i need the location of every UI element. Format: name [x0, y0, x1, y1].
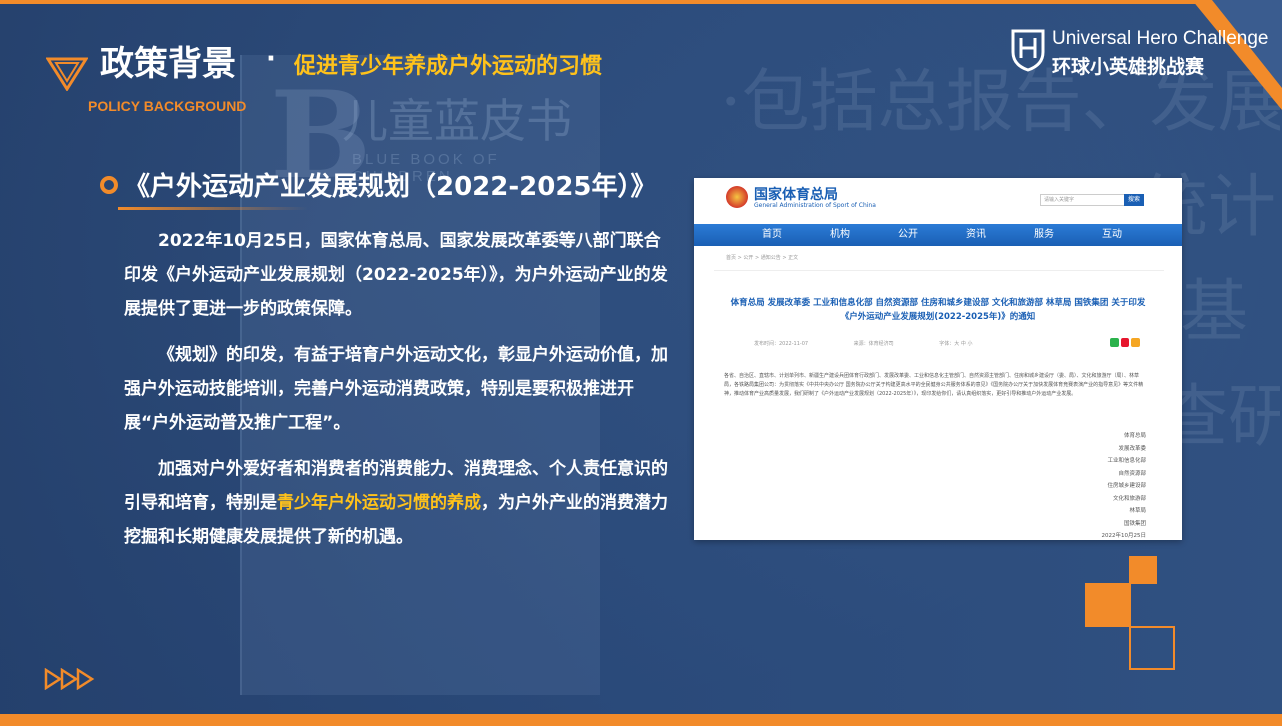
ws-signature: 国铁集团	[1123, 520, 1146, 527]
ws-signature: 工业和信息化部	[1107, 458, 1146, 464]
ws-signature: 自然资源部	[1118, 470, 1146, 477]
brand-logo: Universal Hero Challenge 环球小英雄挑战赛	[1010, 26, 1269, 78]
ws-article-body: 各省、自治区、直辖市、计划单列市、新疆生产建设兵团体育行政部门、发展改革委、工业…	[724, 373, 1144, 397]
ws-share-icons	[1110, 338, 1141, 348]
ws-search-button: 搜索	[1124, 194, 1144, 206]
ws-site-name-en: General Administration of Sport of China	[754, 202, 876, 209]
ws-article-title: 体育总局 发展改革委 工业和信息化部 自然资源部 住房和城乡建设部 文化和旅游部…	[730, 298, 1146, 322]
ws-nav-item: 服务	[1034, 229, 1054, 240]
ws-signature: 体育总局	[1123, 433, 1146, 439]
ws-meta-date: 发布时间：2022-11-07	[754, 341, 809, 347]
weibo-icon	[1120, 338, 1130, 347]
ws-search-input: 请输入关键字	[1040, 194, 1126, 206]
ws-signature-date: 2022年10月25日	[1101, 533, 1147, 539]
brand-name-en: Universal Hero Challenge	[1052, 28, 1269, 49]
website-screenshot: 国家体育总局 General Administration of Sport o…	[694, 178, 1182, 540]
ws-signatures: 体育总局 发展改革委 工业和信息化部 自然资源部 住房城乡建设部 文化和旅游部 …	[1102, 430, 1147, 540]
paragraph-3-highlight: 青少年户外运动习惯的养成	[277, 493, 481, 513]
ws-nav-item: 资讯	[966, 229, 986, 240]
ws-divider	[714, 270, 1164, 271]
national-emblem-icon	[726, 186, 748, 208]
ws-signature: 发展改革委	[1118, 445, 1146, 452]
paragraph-2: 《规划》的印发，有益于培育户外运动文化，彰显户外运动价值，加强户外运动技能培训，…	[124, 345, 668, 433]
ws-nav-bar: 首页 机构 公开 资讯 服务 互动	[694, 224, 1182, 246]
top-accent-stripe	[0, 0, 1282, 4]
decor-square-small	[1129, 556, 1157, 584]
decor-square-outline	[1129, 626, 1175, 670]
triple-arrow-icon	[44, 668, 95, 690]
share-icon	[1131, 338, 1141, 347]
ws-nav-item: 公开	[898, 229, 918, 240]
paragraph-1: 2022年10月25日，国家体育总局、国家发展改革委等八部门联合印发《户外运动产…	[124, 231, 668, 319]
brand-name-cn: 环球小英雄挑战赛	[1052, 56, 1205, 78]
ws-nav-item: 互动	[1102, 229, 1122, 240]
title-separator: ·	[266, 44, 276, 74]
wechat-icon	[1110, 338, 1119, 347]
page-title-en: POLICY BACKGROUND	[88, 98, 247, 114]
ws-signature: 文化和旅游部	[1112, 495, 1146, 502]
paragraph-3: 加强对户外爱好者和消费者的消费能力、消费理念、个人责任意识的引导和培育，特别是青…	[124, 452, 674, 554]
ws-meta-font: 字体：大 中 小	[939, 341, 973, 347]
policy-logo-icon	[46, 57, 88, 91]
section-bullet-icon	[100, 176, 118, 194]
ws-signature: 林草局	[1129, 508, 1146, 514]
policy-body-text: 2022年10月25日，国家体育总局、国家发展改革委等八部门联合印发《户外运动产…	[124, 224, 674, 566]
ws-article-meta: 发布时间：2022-11-07 来源：体育经济司 字体：大 中 小	[754, 340, 1134, 347]
bottom-accent-bar	[0, 714, 1282, 726]
shield-icon	[1011, 29, 1045, 72]
ws-nav-item: 首页	[762, 229, 782, 240]
page-subtitle: 促进青少年养成户外运动的习惯	[294, 54, 603, 79]
section-underline	[118, 207, 308, 210]
ws-nav-item: 机构	[830, 229, 850, 240]
ws-site-name: 国家体育总局	[754, 187, 838, 203]
ws-breadcrumb: 首页 > 公开 > 通知公告 > 正文	[726, 255, 799, 261]
ws-header: 国家体育总局 General Administration of Sport o…	[694, 178, 1182, 220]
section-title: 《户外运动产业发展规划（2022-2025年）》	[124, 172, 657, 202]
page-title: 政策背景	[100, 44, 236, 84]
book-title: 儿童蓝皮书	[342, 94, 572, 148]
ws-signature: 住房城乡建设部	[1107, 483, 1146, 489]
ws-meta-source: 来源：体育经济司	[853, 341, 894, 347]
decor-square-filled	[1085, 583, 1131, 627]
